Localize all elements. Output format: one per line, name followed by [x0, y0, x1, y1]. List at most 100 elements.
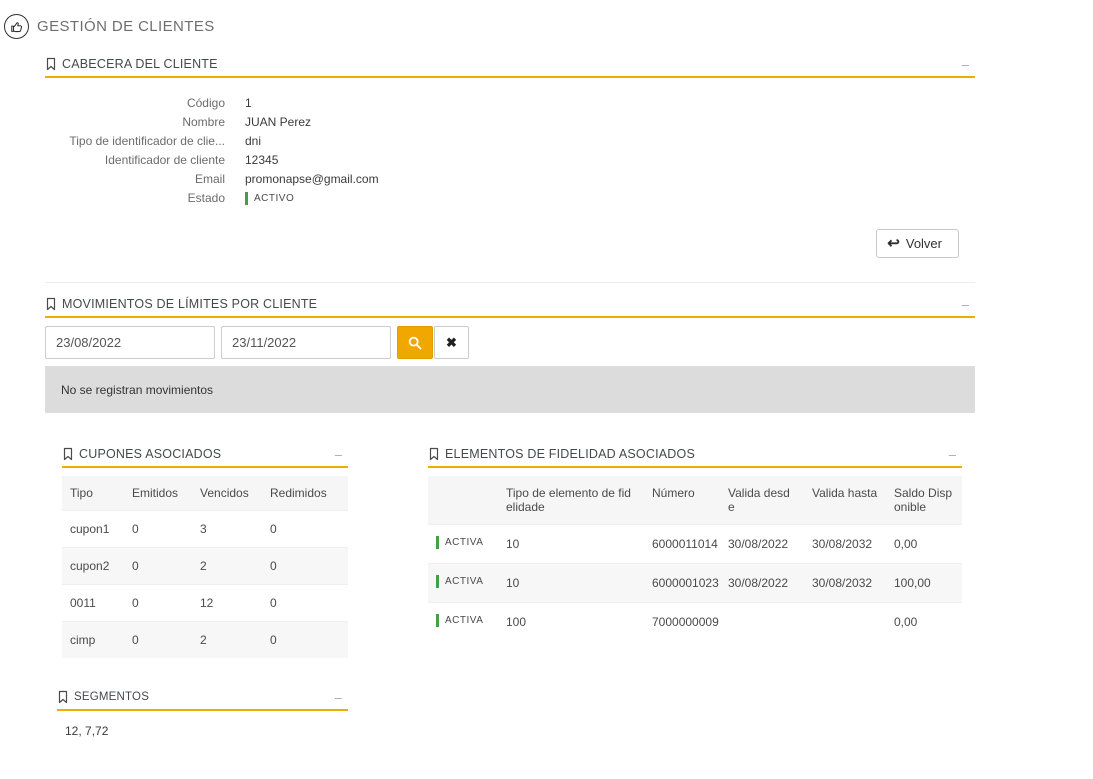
field-label: Nombre — [182, 115, 225, 129]
date-to-input[interactable] — [221, 326, 391, 359]
table-row: ACTIVA 10 6000001023 30/08/2022 30/08/20… — [428, 563, 962, 603]
collapse-button[interactable]: – — [956, 298, 975, 311]
status-badge: ACTIVO — [245, 191, 295, 205]
volver-button[interactable]: ↩ Volver — [876, 229, 959, 258]
table-cell: 10 — [498, 524, 644, 564]
column-header — [428, 476, 498, 525]
column-header: Número — [644, 476, 720, 525]
thumbs-up-icon — [4, 14, 29, 39]
section-cupones: CUPONES ASOCIADOS – Tipo Emitidos Vencid… — [62, 447, 348, 658]
field-label: Email — [194, 172, 225, 186]
collapse-button[interactable]: – — [956, 58, 975, 71]
main-content: CABECERA DEL CLIENTE – Código 1 Nombre J… — [45, 57, 975, 738]
back-arrow-icon: ↩ — [887, 235, 900, 252]
panel-title: SEGMENTOS — [57, 690, 149, 704]
table-cell-status: ACTIVA — [428, 563, 498, 603]
field-value: dni — [245, 134, 262, 148]
table-cell: 2 — [192, 547, 262, 585]
collapse-button[interactable]: – — [943, 448, 962, 461]
segmentos-value: 12, 7,72 — [65, 724, 109, 738]
table-cell: 0 — [262, 510, 348, 548]
table-cell: cupon2 — [62, 547, 124, 585]
table-cell: 30/08/2032 — [804, 563, 886, 603]
clear-button[interactable]: ✖ — [434, 326, 469, 359]
section-movimientos: MOVIMIENTOS DE LÍMITES POR CLIENTE – ✖ N… — [45, 282, 975, 413]
field-row: Email promonapse@gmail.com — [45, 172, 975, 186]
table-cell: 2 — [192, 621, 262, 658]
field-value: promonapse@gmail.com — [245, 172, 379, 186]
field-row: Nombre JUAN Perez — [45, 115, 975, 129]
table-row: cupon1 0 3 0 — [62, 510, 348, 548]
status-bar-icon — [436, 575, 439, 588]
clear-icon: ✖ — [446, 334, 457, 350]
panel-title-text: CUPONES ASOCIADOS — [79, 447, 222, 461]
panel-header-fidelidad: ELEMENTOS DE FIDELIDAD ASOCIADOS – — [428, 447, 962, 468]
table-row: 0011 0 12 0 — [62, 584, 348, 622]
table-cell: 3 — [192, 510, 262, 548]
column-header: Valida desde — [720, 476, 804, 525]
volver-button-label: Volver — [905, 236, 942, 251]
status-bar-icon — [436, 614, 439, 627]
panel-header-cupones: CUPONES ASOCIADOS – — [62, 447, 348, 468]
table-cell — [804, 602, 886, 641]
table-cell: 0011 — [62, 584, 124, 622]
section-cabecera: CABECERA DEL CLIENTE – Código 1 Nombre J… — [45, 57, 975, 258]
table-cell: 0 — [124, 547, 192, 585]
field-row: Código 1 — [45, 96, 975, 110]
table-cell: 100 — [498, 602, 644, 641]
status-text: ACTIVO — [254, 192, 295, 204]
table-cell: 100,00 — [886, 563, 962, 603]
status-text: ACTIVA — [445, 576, 484, 587]
table-row: ACTIVA 10 6000011014 30/08/2022 30/08/20… — [428, 524, 962, 564]
lower-columns: CUPONES ASOCIADOS – Tipo Emitidos Vencid… — [45, 447, 975, 738]
panel-header-cabecera: CABECERA DEL CLIENTE – — [45, 57, 975, 78]
client-fields: Código 1 Nombre JUAN Perez Tipo de ident… — [45, 96, 975, 205]
field-value: JUAN Perez — [245, 115, 312, 129]
field-label: Código — [186, 96, 225, 110]
table-cell: 12 — [192, 584, 262, 622]
field-row: Identificador de cliente 12345 — [45, 153, 975, 167]
table-cell: 0 — [262, 584, 348, 622]
table-row: cimp 0 2 0 — [62, 621, 348, 658]
table-cell: cupon1 — [62, 510, 124, 548]
collapse-button[interactable]: – — [329, 691, 348, 704]
right-column: ELEMENTOS DE FIDELIDAD ASOCIADOS – Tipo … — [428, 447, 962, 641]
bookmark-icon — [45, 297, 57, 311]
collapse-button[interactable]: – — [329, 448, 348, 461]
table-cell-status: ACTIVA — [428, 602, 498, 641]
field-row: Tipo de identificador de clie... dni — [45, 134, 975, 148]
table-cell: 0 — [124, 510, 192, 548]
panel-title: ELEMENTOS DE FIDELIDAD ASOCIADOS — [428, 447, 695, 461]
field-value: 12345 — [245, 153, 279, 167]
status-badge: ACTIVA — [436, 536, 483, 549]
table-row: ACTIVA 100 7000000009 0,00 — [428, 602, 962, 641]
panel-title-text: SEGMENTOS — [74, 691, 150, 703]
panel-title: CUPONES ASOCIADOS — [62, 447, 221, 461]
column-header: Tipo de elemento de fidelidade — [498, 476, 644, 525]
table-cell: 10 — [498, 563, 644, 603]
search-button[interactable] — [397, 326, 433, 359]
bookmark-icon — [62, 447, 74, 461]
table-cell: 6000011014 — [644, 524, 720, 564]
bookmark-icon — [45, 57, 57, 71]
table-cell: 0,00 — [886, 524, 962, 564]
table-cell: 30/08/2022 — [720, 524, 804, 564]
search-icon — [407, 335, 423, 351]
date-from-input[interactable] — [45, 326, 215, 359]
field-label: Estado — [187, 191, 225, 205]
status-text: ACTIVA — [445, 615, 484, 626]
table-header-row: Tipo de elemento de fidelidade Número Va… — [428, 476, 962, 525]
volver-row: ↩ Volver — [45, 229, 959, 258]
table-cell: 6000001023 — [644, 563, 720, 603]
column-header: Saldo Disponible — [886, 476, 962, 525]
status-text: ACTIVA — [445, 537, 484, 548]
field-label: Identificador de cliente — [104, 153, 225, 167]
status-bar-icon — [436, 536, 439, 549]
panel-title: CABECERA DEL CLIENTE — [45, 57, 218, 71]
fidelidad-table: Tipo de elemento de fidelidade Número Va… — [428, 476, 962, 641]
table-cell: 0 — [262, 547, 348, 585]
table-cell: 30/08/2022 — [720, 563, 804, 603]
panel-header-movimientos: MOVIMIENTOS DE LÍMITES POR CLIENTE – — [45, 297, 975, 318]
status-bar-icon — [245, 191, 248, 205]
table-cell: cimp — [62, 621, 124, 658]
